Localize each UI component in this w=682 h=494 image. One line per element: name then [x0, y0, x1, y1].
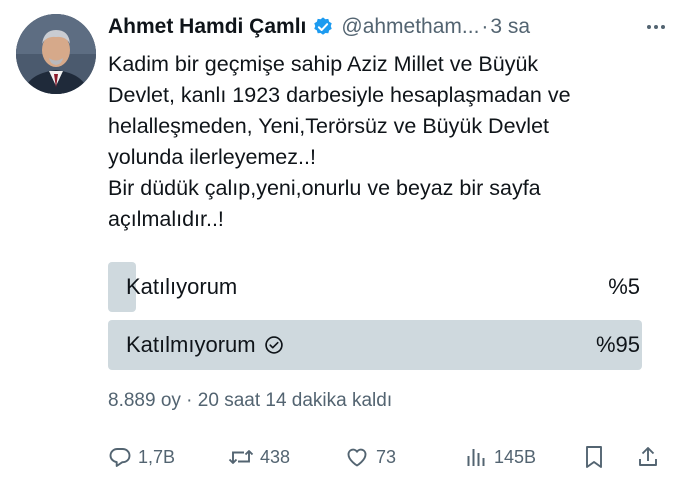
- share-button[interactable]: [636, 440, 660, 474]
- retweet-button[interactable]: 438: [228, 440, 290, 474]
- poll: Katılıyorum %5 Katılmıyorum %95: [108, 262, 642, 378]
- author-handle[interactable]: @ahmetham...: [341, 15, 479, 39]
- check-circle-icon: [264, 335, 284, 355]
- tweet-text-line: helalleşmeden, Yeni,Terörsüz ve Büyük De…: [108, 114, 550, 138]
- poll-option-percent: %95: [595, 332, 640, 357]
- author-name[interactable]: Ahmet Hamdi Çamlı: [108, 15, 306, 39]
- tweet-text-line: Bir düdük çalıp,yeni,onurlu ve beyaz bir…: [108, 176, 541, 200]
- poll-option: Katılıyorum %5: [108, 262, 642, 312]
- retweet-count: 438: [260, 446, 291, 467]
- views-button[interactable]: 145B: [464, 440, 536, 474]
- tweet-text: Kadim bir geçmişe sahip Aziz Millet ve B…: [108, 49, 676, 235]
- reply-count: 1,7B: [138, 446, 176, 467]
- tweet-text-line: Devlet, kanlı 1923 darbesiyle hesaplaşma…: [108, 83, 571, 107]
- tweet-time[interactable]: 3 sa: [490, 15, 530, 39]
- more-icon[interactable]: [644, 12, 668, 42]
- share-icon: [636, 444, 660, 470]
- bookmark-button[interactable]: [582, 440, 606, 474]
- poll-option-percent: %5: [608, 274, 640, 299]
- tweet-text-line: açılmalıdır..!: [108, 207, 224, 231]
- time-separator: ·: [481, 15, 489, 38]
- poll-meta: 8.889 oy · 20 saat 14 dakika kaldı: [108, 390, 393, 411]
- tweet-header: Ahmet Hamdi Çamlı @ahmetham... · 3 sa: [108, 12, 672, 42]
- like-icon: [344, 445, 370, 469]
- reply-icon: [108, 445, 132, 469]
- like-button[interactable]: 73: [344, 440, 396, 474]
- reply-button[interactable]: 1,7B: [108, 440, 175, 474]
- like-count: 73: [376, 446, 397, 467]
- views-count: 145B: [494, 446, 537, 467]
- bookmark-icon: [582, 444, 606, 470]
- retweet-icon: [228, 445, 254, 469]
- poll-option-label: Katılıyorum: [126, 274, 238, 299]
- views-icon: [464, 445, 488, 469]
- poll-option: Katılmıyorum %95: [108, 320, 642, 370]
- verified-badge-icon: [312, 16, 334, 38]
- action-bar: 1,7B 438 73 145B: [108, 440, 668, 474]
- tweet-text-line: Kadim bir geçmişe sahip Aziz Millet ve B…: [108, 52, 539, 76]
- avatar[interactable]: [16, 14, 96, 94]
- tweet-text-line: yolunda ilerleyemez..!: [108, 145, 316, 169]
- poll-option-label-wrap: Katılmıyorum: [108, 332, 284, 358]
- poll-option-label: Katılmıyorum: [126, 332, 256, 357]
